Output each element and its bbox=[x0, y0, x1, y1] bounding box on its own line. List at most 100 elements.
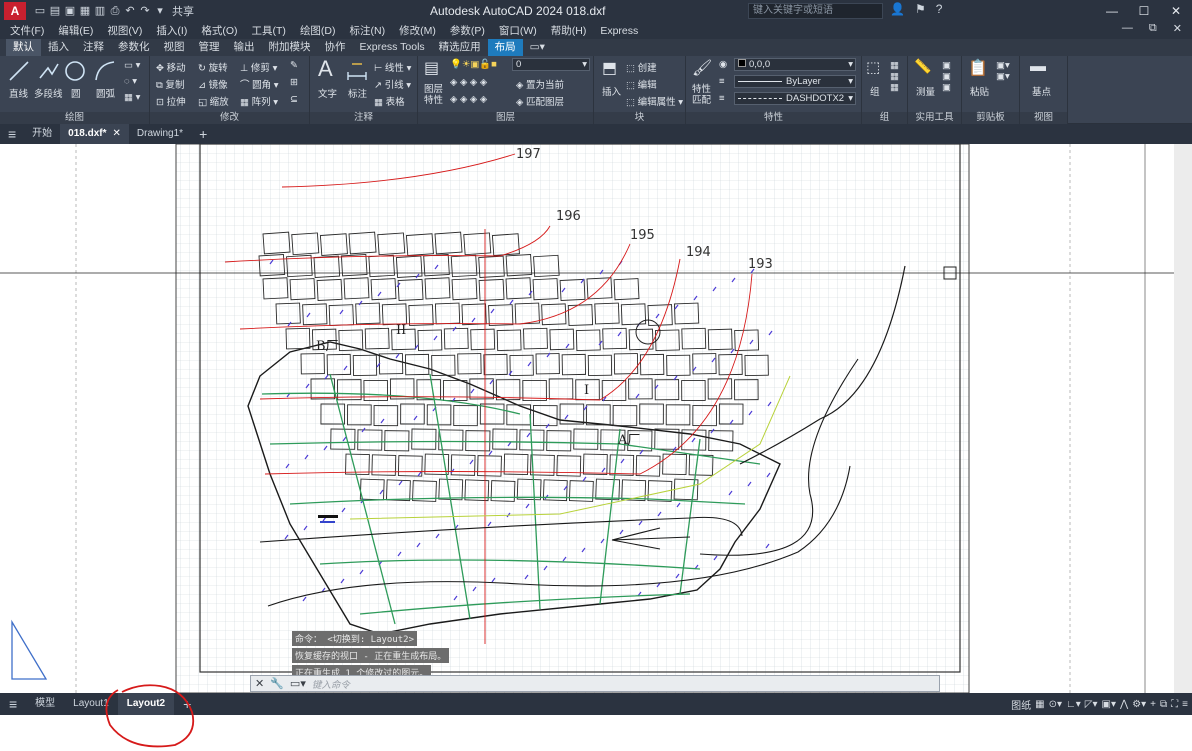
group-button[interactable]: 组 bbox=[870, 84, 880, 98]
doc-minimize-button[interactable]: — bbox=[1122, 22, 1133, 35]
panel-layers-title[interactable]: 图层 bbox=[418, 112, 593, 124]
hatch-icon[interactable]: ◌ ▾ bbox=[124, 76, 137, 87]
layer-properties-icon[interactable]: ▤ bbox=[424, 58, 439, 78]
measure-icon[interactable]: 📏 bbox=[914, 58, 931, 75]
explode-icon[interactable]: ⊞ bbox=[290, 77, 298, 88]
search-input[interactable]: 键入关键字或短语 bbox=[748, 3, 883, 19]
rotate-button[interactable]: ↻ 旋转 bbox=[198, 60, 228, 74]
share-button[interactable]: 共享 bbox=[172, 3, 194, 19]
plot-icon[interactable]: ⎙ bbox=[109, 4, 121, 18]
user-icon[interactable]: 👤 bbox=[890, 2, 905, 16]
copy-button[interactable]: ⧉ 复制 bbox=[156, 77, 184, 91]
mirror-button[interactable]: ⊿ 镜像 bbox=[198, 77, 228, 91]
panel-draw-title[interactable]: 绘图 bbox=[0, 112, 149, 124]
panel-clipboard-title[interactable]: 剪贴板 bbox=[962, 112, 1019, 124]
trim-button[interactable]: ⊥ 修剪 ▾ bbox=[240, 60, 277, 74]
file-tab-start[interactable]: 开始 bbox=[24, 124, 60, 144]
tab-addins[interactable]: 附加模块 bbox=[262, 39, 318, 56]
erase-icon[interactable]: ✎ bbox=[290, 60, 298, 71]
tab-collaborate[interactable]: 协作 bbox=[318, 39, 353, 56]
set-current-button[interactable]: ◈ 置为当前 bbox=[516, 77, 564, 91]
line-icon[interactable] bbox=[8, 60, 30, 82]
menu-express[interactable]: Express bbox=[600, 25, 638, 37]
more-draw-icon[interactable]: ▦ ▾ bbox=[124, 92, 140, 103]
edit-block-button[interactable]: ⬚ 编辑 bbox=[626, 77, 657, 91]
menu-file[interactable]: 文件(F) bbox=[10, 23, 44, 38]
panel-modify-title[interactable]: 修改 bbox=[150, 112, 309, 124]
ortho-toggle-icon[interactable]: ∟▾ bbox=[1066, 699, 1081, 710]
file-tab-drawing1[interactable]: Drawing1* bbox=[129, 124, 191, 144]
utility-tools-icons[interactable]: ▣ ▣ ▣ bbox=[942, 60, 951, 93]
lineweight-dropdown[interactable]: ByLayer ▾ bbox=[734, 75, 856, 88]
menu-parametric[interactable]: 参数(P) bbox=[450, 23, 485, 38]
grid-toggle-icon[interactable]: ▦ bbox=[1035, 699, 1044, 710]
tab-home[interactable]: 默认 bbox=[6, 39, 41, 56]
cart-icon[interactable]: ⚑ bbox=[915, 2, 926, 16]
close-tab-icon[interactable]: ✕ bbox=[113, 124, 121, 144]
polyline-button[interactable]: 多段线 bbox=[34, 86, 63, 100]
command-prompt-icon[interactable]: ▭▾ bbox=[290, 677, 306, 690]
base-view-icon[interactable]: ▬ bbox=[1030, 58, 1046, 76]
line-button[interactable]: 直线 bbox=[9, 86, 28, 100]
add-layout-button[interactable]: + bbox=[174, 693, 200, 715]
tab-output[interactable]: 输出 bbox=[227, 39, 262, 56]
menu-dimension[interactable]: 标注(N) bbox=[350, 23, 386, 38]
menu-view[interactable]: 视图(V) bbox=[107, 23, 142, 38]
close-command-icon[interactable]: ✕ bbox=[255, 677, 264, 690]
menu-format[interactable]: 格式(O) bbox=[201, 23, 237, 38]
dimension-button[interactable]: 标注 bbox=[348, 86, 367, 100]
base-view-button[interactable]: 基点 bbox=[1032, 84, 1051, 98]
layout-tab-layout2[interactable]: Layout2 bbox=[117, 693, 175, 715]
arc-button[interactable]: 圆弧 bbox=[96, 86, 115, 100]
maximize-button[interactable]: ☐ bbox=[1128, 0, 1160, 22]
redo-icon[interactable]: ↷ bbox=[139, 4, 151, 18]
minimize-button[interactable]: — bbox=[1096, 0, 1128, 22]
match-properties-icon[interactable]: 🖌 bbox=[692, 58, 712, 78]
save-as-icon[interactable]: ▦ bbox=[79, 4, 91, 18]
add-icon[interactable]: + bbox=[1150, 699, 1156, 710]
layout-tab-layout1[interactable]: Layout1 bbox=[64, 693, 118, 715]
tab-manage[interactable]: 管理 bbox=[192, 39, 227, 56]
save-icon[interactable]: ▣ bbox=[64, 4, 76, 18]
panel-groups-title[interactable]: 组 bbox=[862, 112, 907, 124]
group-tools-icons[interactable]: ▦ ▦ ▦ bbox=[890, 60, 899, 93]
circle-icon[interactable] bbox=[64, 60, 86, 82]
dimension-icon[interactable] bbox=[346, 60, 368, 82]
close-button[interactable]: ✕ bbox=[1160, 0, 1192, 22]
layer-dropdown[interactable]: 0 ▾ bbox=[512, 58, 590, 71]
offset-icon[interactable]: ⊆ bbox=[290, 94, 298, 105]
paper-space-label[interactable]: 图纸 bbox=[1011, 697, 1031, 712]
doc-restore-button[interactable]: ⧉ bbox=[1149, 22, 1157, 35]
group-icon[interactable]: ⬚ bbox=[866, 58, 880, 76]
tab-parametric[interactable]: 参数化 bbox=[111, 39, 157, 56]
tab-annotate[interactable]: 注释 bbox=[76, 39, 111, 56]
text-icon[interactable]: A bbox=[318, 56, 333, 82]
undo-icon[interactable]: ↶ bbox=[124, 4, 136, 18]
publish-icon[interactable]: ▥ bbox=[94, 4, 106, 18]
menu-tools[interactable]: 工具(T) bbox=[252, 23, 286, 38]
customize-statusbar-icon[interactable]: ≡ bbox=[1182, 699, 1188, 710]
isolate-icon[interactable]: ⧉ bbox=[1160, 699, 1167, 710]
circle-button[interactable]: 圆 bbox=[71, 86, 81, 100]
rectangle-icon[interactable]: ▭ ▾ bbox=[124, 60, 140, 71]
edit-attributes-button[interactable]: ⬚ 编辑属性 ▾ bbox=[626, 94, 683, 108]
ribbon-toggle-icon[interactable]: ▭▾ bbox=[523, 39, 552, 56]
create-block-button[interactable]: ⬚ 创建 bbox=[626, 60, 657, 74]
fullscreen-icon[interactable]: ⛶ bbox=[1171, 699, 1178, 710]
qat-dropdown-icon[interactable]: ▾ bbox=[154, 4, 166, 18]
layout-tab-model[interactable]: 模型 bbox=[26, 693, 64, 715]
layer-state-icons[interactable]: 💡☀▣🔓■ bbox=[450, 59, 497, 70]
osnap-toggle-icon[interactable]: ▣▾ bbox=[1102, 699, 1116, 710]
command-input[interactable]: 键入命令 bbox=[312, 677, 350, 691]
paste-button[interactable]: 粘贴 bbox=[970, 84, 989, 98]
paste-icon[interactable]: 📋 bbox=[968, 58, 988, 78]
menu-edit[interactable]: 编辑(E) bbox=[58, 23, 93, 38]
help-icon[interactable]: ? bbox=[936, 2, 943, 16]
layout-menu-icon[interactable]: ≡ bbox=[0, 693, 26, 715]
vertical-scrollbar[interactable] bbox=[1174, 144, 1192, 693]
annotation-scale-icon[interactable]: ⋀ bbox=[1120, 699, 1128, 710]
open-file-icon[interactable]: ▤ bbox=[49, 4, 61, 18]
menu-draw[interactable]: 绘图(D) bbox=[300, 23, 336, 38]
match-properties-button[interactable]: 特性 匹配 bbox=[692, 84, 711, 106]
drawing-canvas[interactable]: 197 196 195 194 193 B厂 II I A厂 bbox=[0, 144, 1192, 693]
